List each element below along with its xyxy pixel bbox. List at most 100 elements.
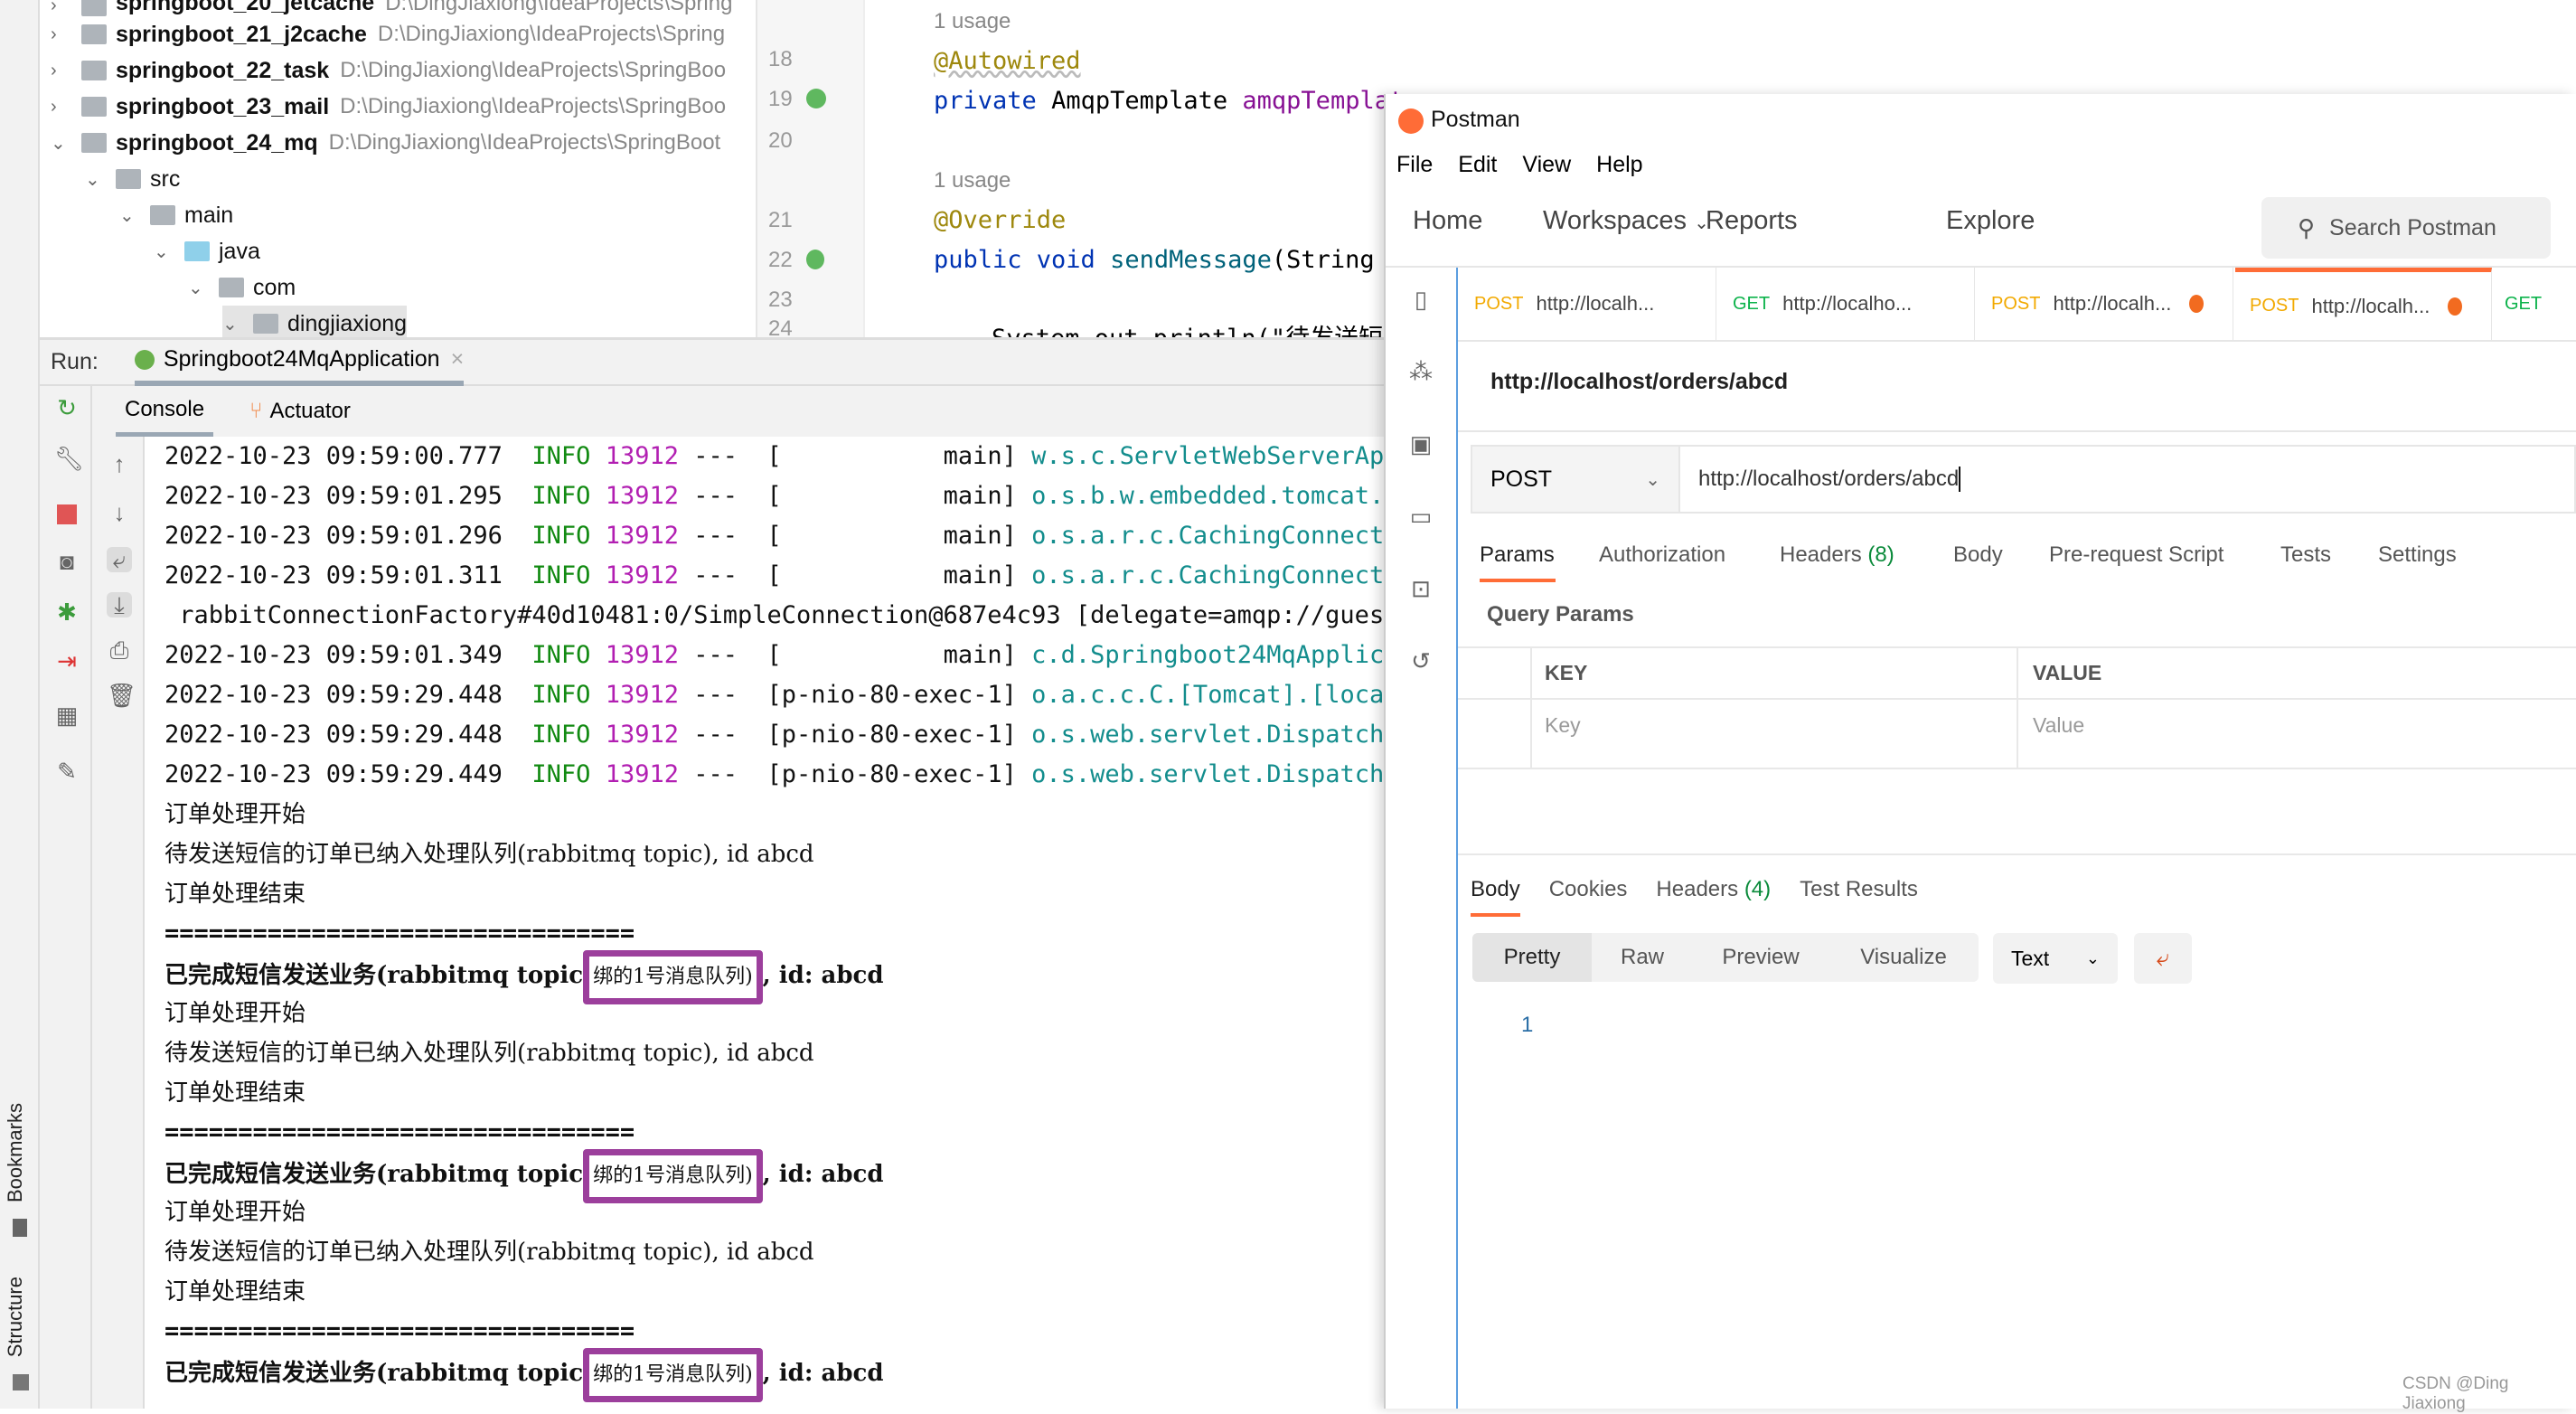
request-tab[interactable]: POST http://localh...	[2235, 268, 2492, 340]
chevron-down-icon[interactable]: ⌄	[51, 132, 69, 155]
chevron-right-icon[interactable]: ›	[51, 61, 69, 81]
down-icon[interactable]: ↓	[107, 500, 132, 525]
history-icon[interactable]: ↺	[1407, 647, 1434, 674]
implements-icon[interactable]	[806, 250, 824, 269]
scroll-to-end-icon[interactable]: ⤓	[107, 592, 132, 617]
request-name[interactable]: http://localhost/orders/abcd	[1490, 369, 1788, 395]
tab-params[interactable]: Params	[1480, 542, 1555, 568]
apis-icon[interactable]: ⁂	[1407, 358, 1434, 385]
tree-item[interactable]: ⌄ com	[188, 269, 296, 306]
tree-item-path: D:\DingJiaxiong\IdeaProjects\Spring	[377, 22, 726, 46]
nav-reports[interactable]: Reports	[1706, 206, 1798, 236]
usage-hint[interactable]: 1 usage	[934, 9, 1011, 34]
search-input[interactable]: ⚲ Search Postman	[2261, 197, 2551, 259]
view-raw[interactable]: Raw	[1592, 933, 1693, 982]
close-icon[interactable]: ×	[451, 346, 465, 372]
code-editor[interactable]: 1 usage @Autowired private AmqpTemplate …	[863, 0, 1407, 353]
structure-tool-button[interactable]: Structure	[4, 1277, 27, 1357]
bean-icon[interactable]	[806, 89, 826, 108]
debug-icon[interactable]: ✱	[54, 599, 80, 625]
chevron-down-icon[interactable]: ⌄	[85, 168, 103, 191]
view-visualize[interactable]: Visualize	[1829, 933, 1979, 982]
tab-test-results[interactable]: Test Results	[1800, 877, 1918, 917]
run-config-tab[interactable]: Springboot24MqApplication ×	[134, 339, 465, 386]
url-input[interactable]: http://localhost/orders/abcd	[1680, 445, 2576, 514]
tab-body[interactable]: Body	[1953, 542, 2003, 568]
line-number: 20	[768, 128, 793, 153]
nav-workspaces[interactable]: Workspaces ⌄	[1543, 206, 1709, 236]
console-line: 订单处理开始	[165, 1199, 306, 1226]
menu-file[interactable]: File	[1396, 152, 1433, 178]
camera-icon[interactable]: ◙	[54, 549, 80, 574]
tree-item-name: main	[184, 202, 234, 228]
tab-response-body[interactable]: Body	[1471, 877, 1520, 917]
method-badge: POST	[2250, 296, 2299, 316]
folder-icon	[150, 205, 175, 225]
tab-console[interactable]: Console	[116, 387, 214, 437]
view-preview[interactable]: Preview	[1693, 933, 1829, 982]
rerun-icon[interactable]: ↻	[54, 395, 80, 420]
environments-icon[interactable]: ▣	[1407, 430, 1434, 457]
menu-help[interactable]: Help	[1596, 152, 1642, 178]
menu-edit[interactable]: Edit	[1458, 152, 1497, 178]
tab-settings[interactable]: Settings	[2378, 542, 2457, 568]
chevron-right-icon[interactable]: ›	[51, 97, 69, 118]
request-tab[interactable]: GET http://localho...	[1718, 268, 1975, 340]
stop-icon[interactable]	[57, 504, 77, 524]
request-tab[interactable]: GET	[2494, 268, 2576, 340]
nav-home[interactable]: Home	[1413, 206, 1482, 236]
collections-icon[interactable]: ▯	[1407, 286, 1434, 313]
chevron-down-icon[interactable]: ⌄	[119, 204, 137, 227]
format-select[interactable]: Text ⌄	[1993, 933, 2118, 984]
method-badge: POST	[1474, 293, 1524, 314]
tree-item[interactable]: ⌄ src	[85, 161, 180, 197]
tab-cookies[interactable]: Cookies	[1549, 877, 1628, 917]
monitors-icon[interactable]: ⊡	[1407, 575, 1434, 602]
console-output[interactable]: 2022-10-23 09:59:00.777 INFO 13912 --- […	[145, 437, 1428, 1409]
chevron-right-icon[interactable]: ›	[51, 0, 69, 16]
tab-response-headers[interactable]: Headers (4)	[1656, 877, 1771, 917]
layout-icon[interactable]: ▦	[54, 702, 80, 728]
wrench-icon[interactable]: 🔧︎	[54, 446, 84, 471]
tab-authorization[interactable]: Authorization	[1599, 542, 1725, 568]
chevron-down-icon[interactable]: ⌄	[188, 277, 206, 299]
wrap-lines-icon[interactable]: ⤶	[2134, 933, 2192, 984]
editor-gutter: 18 19 20 21 22 23 24	[756, 0, 863, 341]
tree-item[interactable]: › springboot_23_mail D:\DingJiaxiong\IdeaP…	[51, 89, 726, 125]
value-input[interactable]: Value	[2033, 713, 2485, 738]
method-select[interactable]: POST ⌄	[1471, 445, 1680, 514]
trash-icon[interactable]: 🗑︎	[107, 683, 136, 708]
tree-item[interactable]: ⌄ java	[154, 233, 260, 269]
soft-wrap-icon[interactable]: ⤶	[107, 547, 132, 572]
chevron-right-icon[interactable]: ›	[51, 24, 69, 45]
tree-item[interactable]: › springboot_21_j2cache D:\DingJiaxiong\Id…	[51, 16, 725, 52]
tree-item[interactable]: ⌄ dingjiaxiong	[222, 306, 408, 342]
bookmarks-tool-button[interactable]: Bookmarks	[4, 1103, 27, 1202]
up-icon[interactable]: ↑	[107, 451, 132, 476]
mock-servers-icon[interactable]: ▭	[1407, 503, 1434, 530]
tree-item-name: com	[253, 274, 296, 300]
print-icon[interactable]: ⎙	[107, 637, 132, 663]
menu-view[interactable]: View	[1522, 152, 1571, 178]
view-pretty[interactable]: Pretty	[1472, 933, 1592, 982]
key-input[interactable]: Key	[1545, 713, 1997, 738]
tab-actuator[interactable]: Actuator	[269, 399, 350, 424]
tree-item[interactable]: › springboot_22_task D:\DingJiaxiong\IdeaP…	[51, 52, 726, 89]
tab-pre-request-script[interactable]: Pre-request Script	[2049, 542, 2223, 568]
tree-item[interactable]: ⌄ springboot_24_mq D:\DingJiaxiong\IdeaPro…	[51, 125, 720, 161]
folder-icon	[253, 314, 278, 334]
module-icon	[81, 24, 107, 44]
console-line: 2022-10-23 09:59:29.449 INFO 13912 --- […	[165, 760, 1414, 788]
tab-headers[interactable]: Headers (8)	[1780, 542, 1894, 568]
tree-item[interactable]: › springboot_20_jetcache D:\DingJiaxiong\I…	[51, 0, 732, 16]
chevron-down-icon[interactable]: ⌄	[154, 240, 172, 263]
tree-item[interactable]: ⌄ main	[119, 197, 233, 233]
chevron-down-icon[interactable]: ⌄	[222, 313, 240, 335]
request-tab[interactable]: POST http://localh...	[1460, 268, 1716, 340]
nav-explore[interactable]: Explore	[1946, 206, 2035, 236]
pin-icon[interactable]: ✎	[54, 759, 80, 784]
exit-icon[interactable]: ⇥	[54, 648, 80, 674]
request-tab[interactable]: POST http://localh...	[1977, 268, 2233, 340]
usage-hint[interactable]: 1 usage	[934, 168, 1011, 193]
tab-tests[interactable]: Tests	[2280, 542, 2331, 568]
